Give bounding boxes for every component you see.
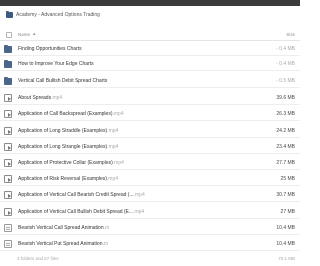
file-icon xyxy=(4,224,12,232)
select-all-checkbox[interactable] xyxy=(6,32,12,38)
row-size: - 0.5 MB xyxy=(276,78,295,84)
row-size: 23.4 MB xyxy=(276,144,295,150)
table-row[interactable]: Application of Risk Reversal (Examples).… xyxy=(0,173,300,186)
folder-icon xyxy=(6,11,13,18)
row-size: 27.7 MB xyxy=(276,160,295,166)
row-name[interactable]: How to Improve Your Edge Charts xyxy=(18,61,94,67)
row-name[interactable]: About Spreads.mp4 xyxy=(18,95,62,101)
table-row[interactable]: Application of Protective Collar (Exampl… xyxy=(0,157,300,170)
table-row[interactable]: How to Improve Your Edge Charts - 0.4 MB xyxy=(0,58,300,71)
video-file-icon xyxy=(4,143,12,151)
row-name[interactable]: Application of Vertical Call Bearish Cre… xyxy=(18,192,145,198)
video-file-icon xyxy=(4,159,12,167)
row-name[interactable]: Application of Call Backspread (Examples… xyxy=(18,111,124,117)
row-size: 27 MB xyxy=(280,209,295,215)
row-size: - 0.4 MB xyxy=(276,61,295,67)
row-name[interactable]: Bearish Vertical Call Spread Animation.m xyxy=(18,225,109,231)
video-file-icon xyxy=(4,175,12,183)
row-name[interactable]: Application of Risk Reversal (Examples).… xyxy=(18,176,118,182)
column-header-size[interactable]: Size xyxy=(286,32,295,37)
table-row[interactable]: About Spreads.mp4 39.6 MB xyxy=(0,92,300,105)
table-header: Name ▴ Size xyxy=(0,29,300,41)
folder-icon xyxy=(4,77,12,85)
row-size: 10.4 MB xyxy=(276,225,295,231)
column-header-name[interactable]: Name xyxy=(18,32,30,37)
table-row[interactable]: Vertical Call Bullish Debit Spread Chart… xyxy=(0,75,300,88)
video-file-icon xyxy=(4,110,12,118)
row-name[interactable]: Application of Long Strangle (Examples).… xyxy=(18,144,118,150)
sort-up-icon[interactable]: ▴ xyxy=(33,31,36,37)
row-size: 26.3 MB xyxy=(276,111,295,117)
table-row[interactable]: Application of Long Strangle (Examples).… xyxy=(0,141,300,154)
row-name[interactable]: Finding Opportunities Charts xyxy=(18,46,82,52)
row-size: 10.4 MB xyxy=(276,241,295,247)
folder-icon xyxy=(4,45,12,53)
table-row[interactable]: Bearish Vertical Put Spread Animation.m … xyxy=(0,238,300,251)
row-name[interactable]: Vertical Call Bullish Debit Spread Chart… xyxy=(18,78,107,84)
video-file-icon xyxy=(4,94,12,102)
table-row[interactable]: Bearish Vertical Call Spread Animation.m… xyxy=(0,222,300,235)
row-name[interactable]: Application of Vertical Call Bullish Deb… xyxy=(18,209,144,215)
breadcrumb-text[interactable]: Academy - Advanced Options Trading xyxy=(16,12,100,18)
row-size: 25 MB xyxy=(280,176,295,182)
row-size: 24.2 MB xyxy=(276,128,295,134)
row-name[interactable]: Bearish Vertical Put Spread Animation.m xyxy=(18,241,108,247)
table-row[interactable]: Application of Call Backspread (Examples… xyxy=(0,108,300,121)
row-name[interactable]: Application of Protective Collar (Exampl… xyxy=(18,160,124,166)
item-count: 3 folders and 67 files xyxy=(17,256,59,261)
video-file-icon xyxy=(4,127,12,135)
row-size: 30.7 MB xyxy=(276,192,295,198)
row-name[interactable]: Application of Long Straddle (Examples).… xyxy=(18,128,118,134)
file-icon xyxy=(4,240,12,248)
total-size: 75.1 MB xyxy=(278,256,295,261)
table-row[interactable]: Application of Long Straddle (Examples).… xyxy=(0,125,300,138)
video-file-icon xyxy=(4,191,12,199)
table-row[interactable]: Finding Opportunities Charts - 0.4 MB xyxy=(0,43,300,56)
table-row[interactable]: Application of Vertical Call Bearish Cre… xyxy=(0,189,300,202)
list-footer: 3 folders and 67 files 75.1 MB xyxy=(0,255,300,266)
row-size: - 0.4 MB xyxy=(276,46,295,52)
breadcrumb[interactable]: Academy - Advanced Options Trading xyxy=(0,8,300,22)
folder-icon xyxy=(4,60,12,68)
top-bar xyxy=(0,0,300,6)
video-file-icon xyxy=(4,208,12,216)
row-size: 39.6 MB xyxy=(276,95,295,101)
table-row[interactable]: Application of Vertical Call Bullish Deb… xyxy=(0,206,300,219)
